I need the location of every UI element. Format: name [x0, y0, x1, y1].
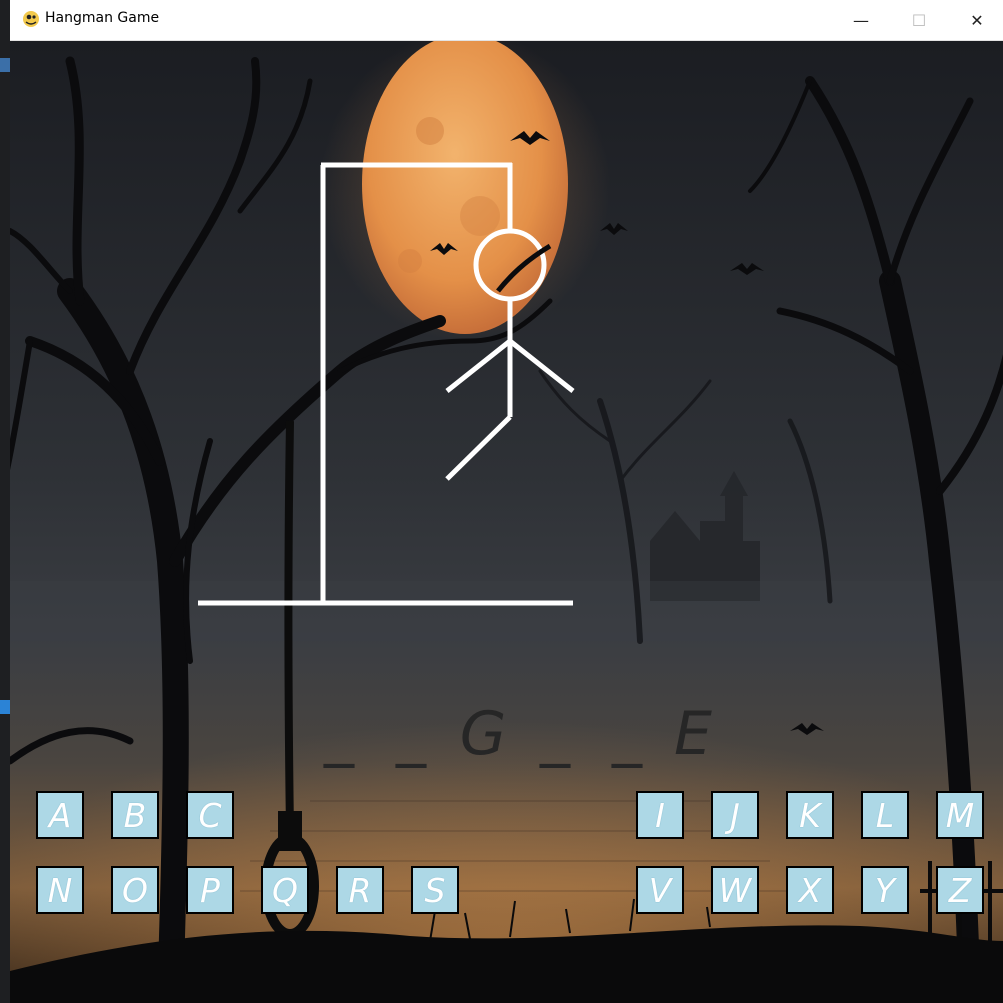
- letter-button-z[interactable]: Z: [936, 866, 984, 914]
- letter-button-a[interactable]: A: [36, 791, 84, 839]
- word-letter-slot: _: [540, 699, 570, 769]
- word-letter-slot: _: [612, 699, 642, 769]
- ide-python-icon: [0, 58, 10, 72]
- letter-button-b[interactable]: B: [111, 791, 159, 839]
- letter-button-i[interactable]: I: [636, 791, 684, 839]
- letter-button-v[interactable]: V: [636, 866, 684, 914]
- window-title: Hangman Game: [45, 10, 160, 26]
- letter-button-r[interactable]: R: [336, 866, 384, 914]
- letter-button-j[interactable]: J: [711, 791, 759, 839]
- letter-button-q[interactable]: Q: [261, 866, 309, 914]
- letter-button-o[interactable]: O: [111, 866, 159, 914]
- word-letter-slot: G: [459, 699, 507, 769]
- close-button[interactable]: ✕: [948, 0, 1003, 40]
- letter-button-m[interactable]: M: [936, 791, 984, 839]
- letter-button-c[interactable]: C: [186, 791, 234, 839]
- letter-button-k[interactable]: K: [786, 791, 834, 839]
- letter-button-y[interactable]: Y: [861, 866, 909, 914]
- word-letter-slot: _: [396, 699, 426, 769]
- minimize-button[interactable]: —: [832, 0, 890, 40]
- spooky-background-scene: [10, 41, 1003, 1003]
- background-ide-strip: [0, 0, 10, 1003]
- letter-button-x[interactable]: X: [786, 866, 834, 914]
- game-canvas: _ _ G _ _ E A B C I J K L M N O P Q R S …: [10, 41, 1003, 1003]
- letter-button-s[interactable]: S: [411, 866, 459, 914]
- letter-button-p[interactable]: P: [186, 866, 234, 914]
- title-bar[interactable]: Hangman Game — ☐ ✕: [10, 0, 1003, 41]
- python-snake-icon: [23, 11, 39, 27]
- letter-button-w[interactable]: W: [711, 866, 759, 914]
- hangman-window: Hangman Game — ☐ ✕ _ _ G _ _ E A B C I J…: [10, 0, 1003, 1003]
- ide-marker-icon: [0, 700, 10, 714]
- maximize-button[interactable]: ☐: [890, 0, 948, 40]
- letter-button-l[interactable]: L: [861, 791, 909, 839]
- word-letter-slot: E: [674, 699, 712, 769]
- letter-button-n[interactable]: N: [36, 866, 84, 914]
- moon: [362, 41, 568, 334]
- word-letter-slot: _: [324, 699, 354, 769]
- word-display: _ _ G _ _ E: [10, 686, 1003, 766]
